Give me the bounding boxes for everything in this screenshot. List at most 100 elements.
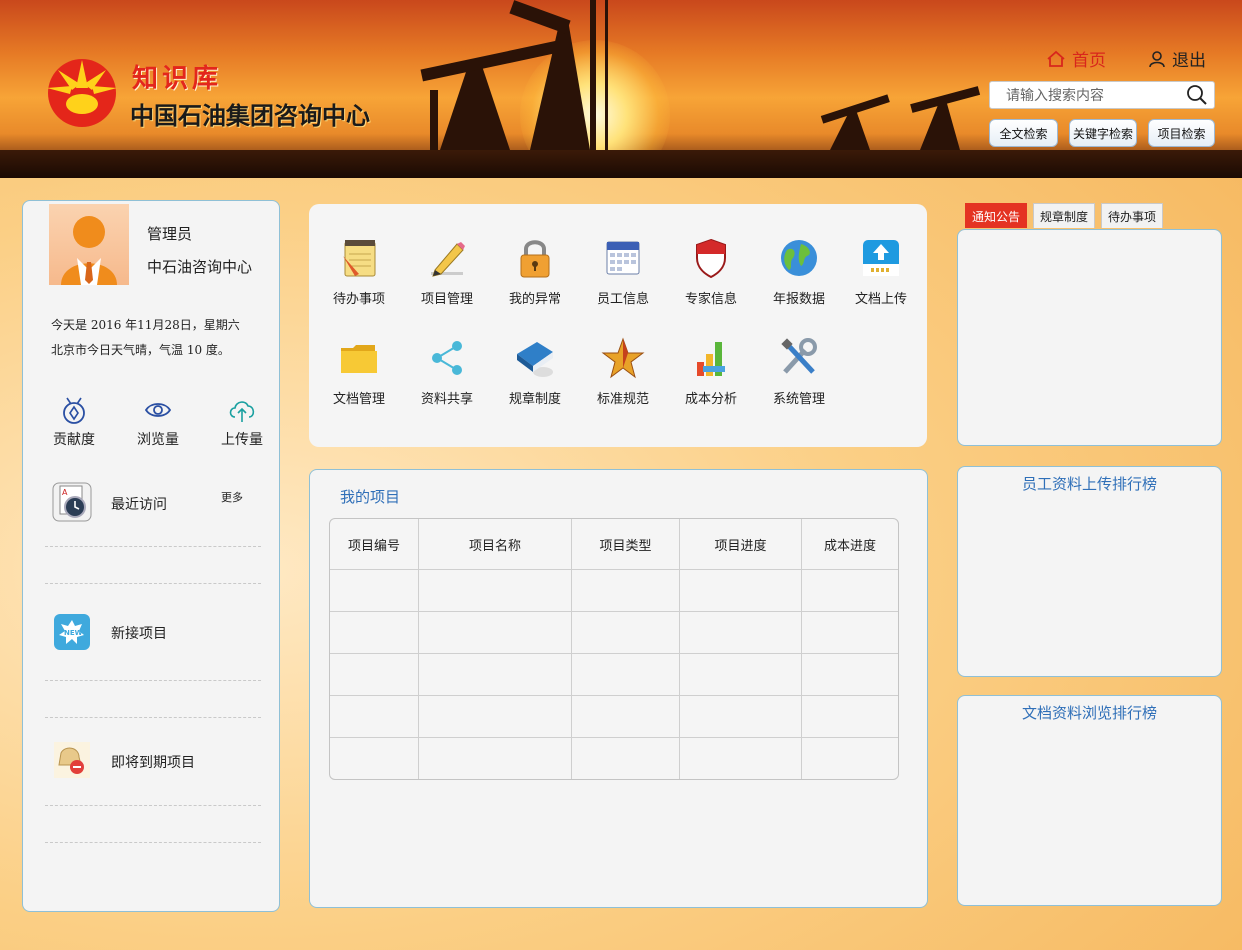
func-todo[interactable]: 待办事项 xyxy=(319,236,399,307)
stat-contribution[interactable]: 贡献度 xyxy=(39,393,109,449)
search-box xyxy=(989,81,1215,109)
function-grid: 待办事项 项目管理 我的异常 员工信息 专家信息 年报数据 文档上传 文档管理 … xyxy=(309,204,927,447)
func-system-management[interactable]: 系统管理 xyxy=(759,336,839,407)
table-cell xyxy=(802,569,898,611)
func-doc-upload[interactable]: 文档上传 xyxy=(841,236,921,307)
keyword-search-button[interactable]: 关键字检索 xyxy=(1069,119,1137,147)
divider xyxy=(45,583,261,584)
func-regulations[interactable]: 规章制度 xyxy=(495,336,575,407)
func-annual-report[interactable]: 年报数据 xyxy=(759,236,839,307)
func-label: 待办事项 xyxy=(332,292,385,307)
table-cell xyxy=(680,653,802,695)
stat-label: 贡献度 xyxy=(53,432,95,448)
column-header[interactable]: 成本进度 xyxy=(802,519,898,569)
user-org: 中石油咨询中心 xyxy=(147,258,253,276)
table-cell xyxy=(680,569,802,611)
projects-title: 我的项目 xyxy=(340,488,401,506)
new-projects-label[interactable]: 新接项目 xyxy=(111,623,167,643)
table-row[interactable] xyxy=(330,737,898,779)
table-cell xyxy=(572,737,680,779)
share-icon xyxy=(432,341,462,375)
func-cost-analysis[interactable]: 成本分析 xyxy=(671,336,751,407)
fulltext-search-button[interactable]: 全文检索 xyxy=(989,119,1058,147)
notice-content-panel xyxy=(957,229,1222,446)
column-header[interactable]: 项目进度 xyxy=(680,519,802,569)
home-icon xyxy=(1047,50,1065,67)
stat-label: 浏览量 xyxy=(137,432,179,448)
logout-label: 退出 xyxy=(1172,51,1206,71)
func-project-management[interactable]: 项目管理 xyxy=(407,236,487,307)
browse-ranking-panel: 文档资料浏览排行榜 xyxy=(957,695,1222,906)
func-label: 规章制度 xyxy=(508,392,561,407)
func-label: 文档管理 xyxy=(332,392,385,407)
stat-uploads[interactable]: 上传量 xyxy=(207,393,277,449)
project-search-button[interactable]: 项目检索 xyxy=(1148,119,1215,147)
func-label: 我的异常 xyxy=(508,292,561,307)
expiring-projects-label[interactable]: 即将到期项目 xyxy=(111,752,195,772)
func-label: 专家信息 xyxy=(684,292,737,307)
browse-ranking-title: 文档资料浏览排行榜 xyxy=(1021,704,1157,722)
table-cell xyxy=(419,569,572,611)
tab-notices[interactable]: 通知公告 xyxy=(965,203,1028,228)
func-standards[interactable]: 标准规范 xyxy=(583,336,663,407)
book-icon xyxy=(517,342,553,377)
user-icon xyxy=(1149,50,1165,67)
new-badge-icon: NEW xyxy=(54,614,90,650)
divider xyxy=(45,805,261,806)
func-staff-info[interactable]: 员工信息 xyxy=(583,236,663,307)
tab-todo[interactable]: 待办事项 xyxy=(1101,203,1164,228)
func-label: 资料共享 xyxy=(420,392,473,407)
search-input[interactable] xyxy=(1004,85,1178,107)
recent-access-label[interactable]: 最近访问 xyxy=(111,494,167,514)
table-cell xyxy=(680,737,802,779)
table-cell xyxy=(680,695,802,737)
recent-access-icon: A xyxy=(52,482,92,522)
table-cell xyxy=(330,653,419,695)
table-cell xyxy=(419,695,572,737)
brand-title: 知识库 xyxy=(132,64,223,94)
table-row[interactable] xyxy=(330,653,898,695)
user-role: 管理员 xyxy=(147,225,193,243)
table-cell xyxy=(572,611,680,653)
table-cell xyxy=(330,737,419,779)
upload-icon xyxy=(863,240,899,276)
home-label: 首页 xyxy=(1072,51,1106,71)
search-icon[interactable] xyxy=(1186,84,1208,106)
folder-icon xyxy=(341,345,377,373)
table-cell xyxy=(419,653,572,695)
table-cell xyxy=(802,653,898,695)
func-expert-info[interactable]: 专家信息 xyxy=(671,236,751,307)
func-doc-management[interactable]: 文档管理 xyxy=(319,336,399,407)
expiring-bell-icon xyxy=(54,742,90,778)
logout-link[interactable]: 退出 xyxy=(1148,46,1206,71)
func-my-exceptions[interactable]: 我的异常 xyxy=(495,236,575,307)
more-link[interactable]: 更多 xyxy=(221,489,243,505)
table-row[interactable] xyxy=(330,695,898,737)
star-icon xyxy=(601,337,645,379)
calendar-icon xyxy=(606,241,640,275)
table-cell xyxy=(330,695,419,737)
tab-regulations[interactable]: 规章制度 xyxy=(1033,203,1096,228)
divider xyxy=(45,680,261,681)
table-cell xyxy=(419,737,572,779)
home-link[interactable]: 首页 xyxy=(1046,46,1106,71)
func-label: 文档上传 xyxy=(854,292,907,307)
notice-tabs: 通知公告 规章制度 待办事项 xyxy=(965,203,1164,228)
bar-chart-icon xyxy=(697,342,725,376)
table-cell xyxy=(330,611,419,653)
table-cell xyxy=(572,653,680,695)
divider xyxy=(45,717,261,718)
upload-ranking-panel: 员工资料上传排行榜 xyxy=(957,466,1222,677)
table-row[interactable] xyxy=(330,569,898,611)
table-cell xyxy=(802,695,898,737)
globe-icon xyxy=(781,240,817,276)
table-cell xyxy=(802,737,898,779)
date-line: 今天是 2016 年11月28日，星期六 xyxy=(51,318,240,332)
column-header[interactable]: 项目类型 xyxy=(572,519,680,569)
notepad-icon xyxy=(343,240,376,277)
table-row[interactable] xyxy=(330,611,898,653)
column-header[interactable]: 项目编号 xyxy=(330,519,419,569)
func-data-sharing[interactable]: 资料共享 xyxy=(407,336,487,407)
stat-views[interactable]: 浏览量 xyxy=(123,393,193,449)
column-header[interactable]: 项目名称 xyxy=(419,519,572,569)
